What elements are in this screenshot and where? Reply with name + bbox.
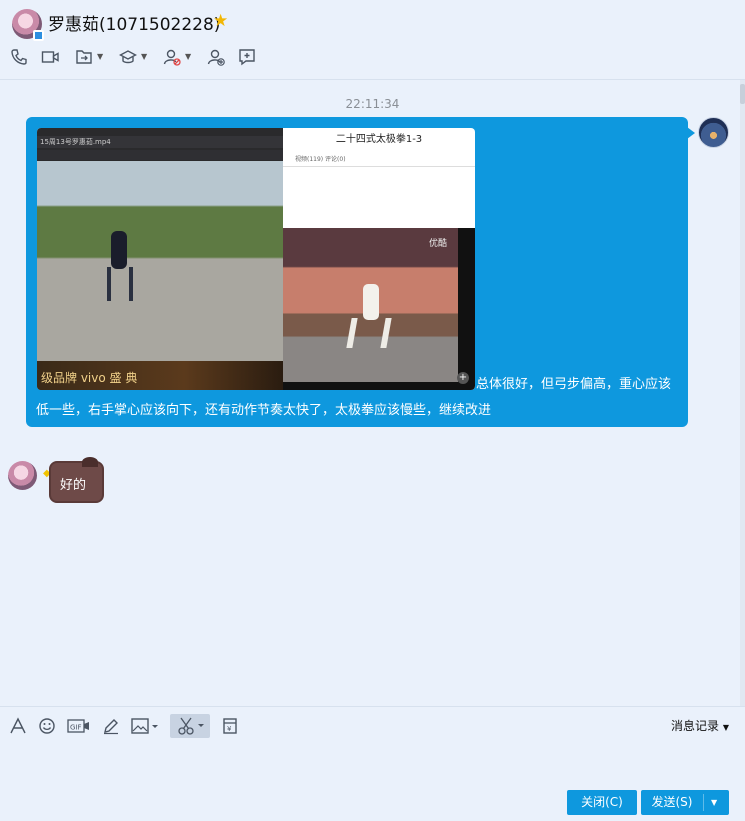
contact-avatar[interactable]	[12, 9, 44, 41]
master-figure	[363, 284, 379, 320]
reference-video-frame: 优酷	[283, 228, 475, 390]
incoming-message-text: 好的	[60, 478, 87, 493]
emoji-icon[interactable]	[38, 717, 56, 735]
svg-text:GIF: GIF	[70, 724, 82, 732]
svg-text:¥: ¥	[227, 725, 232, 733]
image-icon[interactable]	[131, 717, 159, 735]
share-screen-icon[interactable]: ▼	[75, 48, 103, 66]
contact-name[interactable]: 罗惠茹(1071502228)	[48, 10, 220, 35]
message-timestamp: 22:11:34	[345, 97, 400, 111]
web-tabs: 视频(119) 评论(0)	[295, 156, 346, 163]
video-logo: 优酷	[429, 239, 448, 249]
send-button-label: 发送(S)	[651, 795, 693, 809]
incoming-message-bubble[interactable]: 好的	[49, 457, 104, 503]
web-video-title: 二十四式太极拳1-3	[335, 134, 423, 145]
chevron-down-icon: ▼	[722, 723, 729, 732]
my-avatar[interactable]	[698, 117, 729, 148]
student-figure	[111, 231, 127, 269]
chevron-down-icon[interactable]: ▼	[97, 52, 103, 61]
header-toolbar: ▼ ▼ ▼	[10, 48, 269, 72]
master-legs	[346, 318, 392, 348]
input-toolbar: GIF ¥	[9, 714, 250, 738]
bubble-tail	[687, 127, 695, 139]
contact-message-avatar[interactable]	[8, 461, 37, 490]
star-icon[interactable]: ★	[213, 11, 228, 31]
message-history-label: 消息记录	[671, 719, 720, 733]
send-button[interactable]: 发送(S) ▼	[641, 790, 729, 815]
block-user-icon[interactable]: ▼	[163, 48, 191, 66]
add-user-icon[interactable]	[207, 48, 225, 66]
video-camera-icon[interactable]	[41, 48, 59, 66]
send-options-chevron-icon[interactable]: ▼	[711, 790, 717, 815]
message-body: 总体很好，但弓步偏高，重心应该低一些，右手掌心应该向下，还有动作节奏太快了，太极…	[36, 377, 672, 418]
message-text: 总体很好，但弓步偏高，重心应该低一些，右手掌心应该向下，还有动作节奏太快了，太极…	[36, 372, 680, 424]
divider	[283, 166, 475, 167]
student-video-frame	[37, 161, 283, 361]
chevron-down-icon[interactable]: ▼	[185, 52, 191, 61]
red-packet-icon[interactable]: ¥	[221, 717, 239, 735]
player-title: 15周13号罗惠茹.mp4	[37, 136, 283, 148]
chat-header: 罗惠茹(1071502228) ★ ▼ ▼ ▼	[0, 0, 745, 80]
scrollbar[interactable]	[740, 80, 745, 706]
chevron-down-icon[interactable]: ▼	[141, 52, 147, 61]
scissors-icon[interactable]	[170, 714, 210, 738]
student-legs	[107, 267, 133, 301]
pen-icon[interactable]	[102, 717, 120, 735]
add-group-icon[interactable]	[238, 48, 256, 66]
gif-icon[interactable]: GIF	[67, 717, 91, 735]
message-image[interactable]: 15周13号罗惠茹.mp4 级品牌 vivo 盛 典 二十四式太极拳1-3 视频…	[37, 128, 475, 390]
remote-assist-icon[interactable]: ▼	[119, 48, 147, 66]
divider	[703, 794, 704, 811]
online-device-icon	[33, 30, 44, 41]
player-controls	[37, 150, 283, 160]
font-icon[interactable]	[9, 717, 27, 735]
close-button[interactable]: 关闭(C)	[567, 790, 637, 815]
bubble-decoration	[82, 457, 98, 467]
phone-icon[interactable]	[10, 48, 28, 66]
message-history-link[interactable]: 消息记录 ▼	[671, 717, 729, 734]
